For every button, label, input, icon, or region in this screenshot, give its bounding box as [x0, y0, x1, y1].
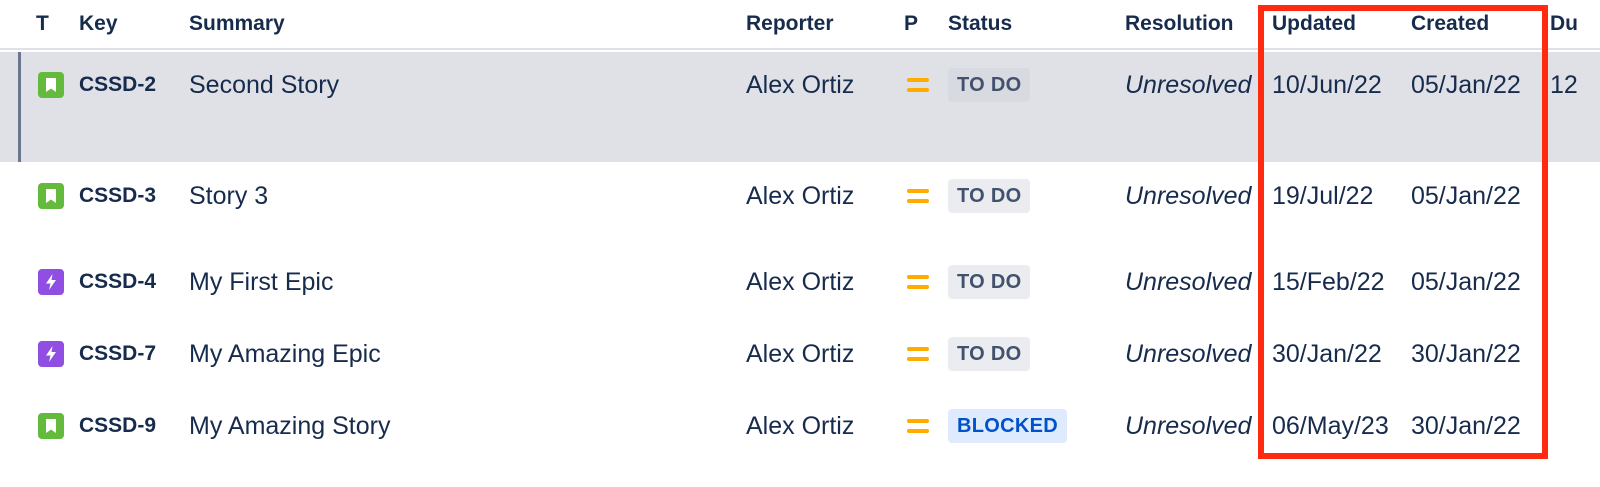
created-date: 05/Jan/22 — [1411, 71, 1521, 99]
story-icon — [38, 413, 64, 439]
column-header-priority[interactable]: P — [904, 12, 918, 36]
priority-medium-icon — [907, 275, 929, 291]
epic-icon — [38, 341, 64, 367]
reporter-name[interactable]: Alex Ortiz — [746, 411, 854, 441]
issue-key-link[interactable]: CSSD-3 — [79, 181, 156, 211]
updated-date: 15/Feb/22 — [1272, 268, 1385, 296]
issue-key-link[interactable]: CSSD-4 — [79, 267, 156, 297]
column-header-due[interactable]: Du — [1550, 12, 1578, 36]
issue-table: T Key Summary Reporter P Status Resoluti… — [0, 0, 1600, 487]
priority-medium-icon — [907, 78, 929, 94]
updated-date: 19/Jul/22 — [1272, 182, 1374, 210]
status-lozenge[interactable]: TO DO — [948, 68, 1031, 102]
column-header-reporter[interactable]: Reporter — [746, 12, 834, 36]
table-row[interactable]: CSSD-2 Second Story Alex Ortiz TO DO Unr… — [0, 52, 1600, 162]
resolution-value: Unresolved — [1125, 71, 1252, 99]
resolution-value: Unresolved — [1125, 340, 1252, 368]
table-row[interactable]: CSSD-9 My Amazing Story Alex Ortiz BLOCK… — [0, 396, 1600, 462]
table-row[interactable]: CSSD-4 My First Epic Alex Ortiz TO DO Un… — [0, 252, 1600, 318]
issue-key-link[interactable]: CSSD-7 — [79, 339, 156, 369]
table-row[interactable]: CSSD-3 Story 3 Alex Ortiz TO DO Unresolv… — [0, 166, 1600, 232]
epic-icon — [38, 269, 64, 295]
column-header-summary[interactable]: Summary — [189, 12, 285, 36]
created-date: 30/Jan/22 — [1411, 340, 1521, 368]
status-lozenge[interactable]: BLOCKED — [948, 409, 1067, 443]
column-header-created[interactable]: Created — [1411, 12, 1489, 36]
resolution-value: Unresolved — [1125, 268, 1252, 296]
resolution-value: Unresolved — [1125, 412, 1252, 440]
table-row[interactable]: CSSD-7 My Amazing Epic Alex Ortiz TO DO … — [0, 324, 1600, 390]
created-date: 05/Jan/22 — [1411, 268, 1521, 296]
reporter-name[interactable]: Alex Ortiz — [746, 339, 854, 369]
updated-date: 30/Jan/22 — [1272, 340, 1382, 368]
column-header-updated[interactable]: Updated — [1272, 12, 1356, 36]
priority-medium-icon — [907, 189, 929, 205]
issue-summary-link[interactable]: My Amazing Story — [189, 411, 390, 441]
issue-key-link[interactable]: CSSD-2 — [79, 70, 156, 100]
priority-medium-icon — [907, 347, 929, 363]
updated-date: 06/May/23 — [1272, 412, 1389, 440]
issue-summary-link[interactable]: My First Epic — [189, 267, 333, 297]
reporter-name[interactable]: Alex Ortiz — [746, 181, 854, 211]
column-header-type[interactable]: T — [36, 12, 49, 36]
issue-summary-link[interactable]: Story 3 — [189, 181, 268, 211]
priority-medium-icon — [907, 419, 929, 435]
story-icon — [38, 72, 64, 98]
reporter-name[interactable]: Alex Ortiz — [746, 70, 854, 100]
created-date: 05/Jan/22 — [1411, 182, 1521, 210]
issue-summary-link[interactable]: My Amazing Epic — [189, 339, 381, 369]
column-header-resolution[interactable]: Resolution — [1125, 12, 1234, 36]
resolution-value: Unresolved — [1125, 182, 1252, 210]
updated-date: 10/Jun/22 — [1272, 71, 1382, 99]
issue-summary-link[interactable]: Second Story — [189, 70, 339, 100]
story-icon — [38, 183, 64, 209]
status-lozenge[interactable]: TO DO — [948, 265, 1031, 299]
column-header-status[interactable]: Status — [948, 12, 1012, 36]
status-lozenge[interactable]: TO DO — [948, 179, 1031, 213]
created-date: 30/Jan/22 — [1411, 412, 1521, 440]
reporter-name[interactable]: Alex Ortiz — [746, 267, 854, 297]
table-header: T Key Summary Reporter P Status Resoluti… — [0, 0, 1600, 50]
column-header-key[interactable]: Key — [79, 12, 118, 36]
due-date: 12 — [1550, 71, 1578, 99]
status-lozenge[interactable]: TO DO — [948, 337, 1031, 371]
issue-key-link[interactable]: CSSD-9 — [79, 411, 156, 441]
